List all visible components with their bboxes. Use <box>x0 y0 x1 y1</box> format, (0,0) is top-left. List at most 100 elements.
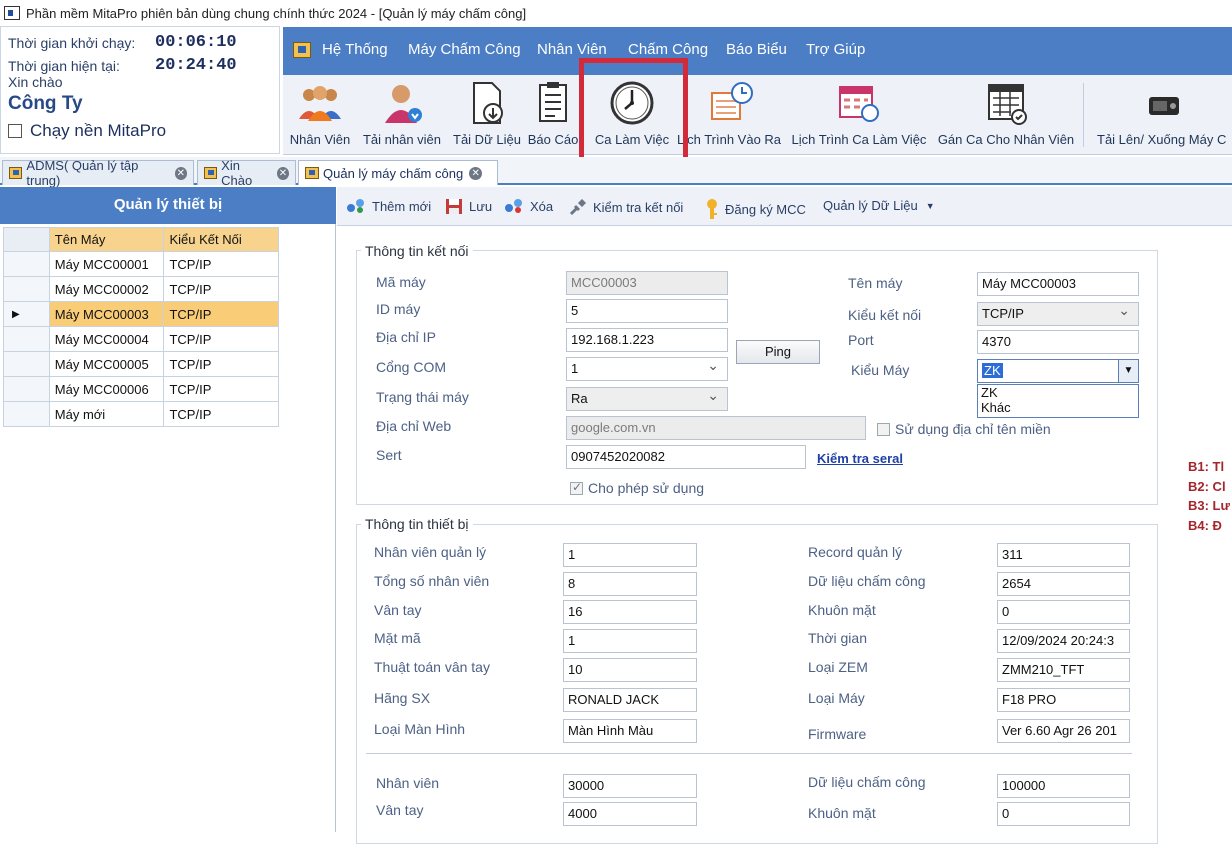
device-conn-cell[interactable]: TCP/IP <box>163 376 279 402</box>
option-zk[interactable]: ZK <box>978 385 1138 400</box>
use-domain-checkbox[interactable]: Sử dụng địa chỉ tên miền <box>877 421 1051 437</box>
menu-timekeeping[interactable]: Chấm Công <box>628 41 708 58</box>
tab-adms[interactable]: ADMS( Quản lý tập trung) ✕ <box>2 158 194 188</box>
row-selector[interactable] <box>3 376 50 402</box>
device-name-cell[interactable]: Máy MCC00001 <box>48 251 165 277</box>
row-selector[interactable] <box>3 351 50 377</box>
screen-type-field[interactable]: Màn Hình Màu <box>563 719 697 743</box>
tool-device-transfer[interactable]: Tải Lên/ Xuống Máy C <box>1095 75 1232 155</box>
password-count-field[interactable]: 1 <box>563 629 697 653</box>
tool-report[interactable]: Báo Cáo <box>523 75 583 155</box>
attendance-data-field[interactable]: 2654 <box>997 572 1130 596</box>
tool-assign-shift[interactable]: Gán Ca Cho Nhân Viên <box>933 75 1079 155</box>
manufacturer-field[interactable]: RONALD JACK <box>563 688 697 712</box>
menu-attendance-machine[interactable]: Máy Chấm Công <box>408 41 521 58</box>
save-button[interactable]: Lưu <box>445 198 492 215</box>
tool-shift-schedule[interactable]: Lịch Trình Ca Làm Việc <box>789 75 929 155</box>
column-header-connection[interactable]: Kiểu Kết Nối <box>163 227 279 252</box>
menu-app-icon[interactable] <box>293 42 311 58</box>
device-time-field[interactable]: 12/09/2024 20:24:3 <box>997 629 1130 653</box>
tab-device-management[interactable]: Quản lý máy chấm công ✕ <box>298 160 498 185</box>
tool-download-data[interactable]: Tải Dữ Liệu <box>449 75 525 155</box>
connection-type-select[interactable]: TCP/IP <box>977 302 1139 326</box>
capacity-face-field[interactable]: 0 <box>997 802 1130 826</box>
zem-type-field[interactable]: ZMM210_TFT <box>997 658 1130 682</box>
device-conn-cell[interactable]: TCP/IP <box>163 401 279 427</box>
ping-button[interactable]: Ping <box>736 340 820 364</box>
background-run-checkbox[interactable]: Chạy nền MitaPro <box>8 121 166 141</box>
table-row[interactable]: Máy mới TCP/IP <box>3 401 279 427</box>
chevron-down-icon[interactable]: ▼ <box>1118 360 1138 382</box>
add-new-button[interactable]: Thêm mới <box>346 198 431 214</box>
machine-type-select[interactable]: ZK ▼ <box>977 359 1139 383</box>
register-mcc-button[interactable]: Đăng ký MCC <box>705 198 806 220</box>
machine-model-field[interactable]: F18 PRO <box>997 688 1130 712</box>
device-name-cell[interactable]: Máy MCC00004 <box>48 326 165 352</box>
row-selector[interactable] <box>3 401 50 427</box>
row-selector[interactable] <box>3 276 50 302</box>
total-employees-field[interactable]: 8 <box>563 572 697 596</box>
row-selector[interactable] <box>3 326 50 352</box>
table-row[interactable]: Máy MCC00005 TCP/IP <box>3 351 279 377</box>
firmware-field[interactable]: Ver 6.60 Agr 26 201 <box>997 719 1130 743</box>
close-icon[interactable]: ✕ <box>469 166 483 180</box>
table-row-selected[interactable]: ▶ Máy MCC00003 TCP/IP <box>3 301 279 327</box>
device-name-cell[interactable]: Máy MCC00005 <box>48 351 165 377</box>
capacity-attendance-field[interactable]: 100000 <box>997 774 1130 798</box>
delete-button[interactable]: Xóa <box>504 198 553 214</box>
device-name-cell[interactable]: Máy MCC00002 <box>48 276 165 302</box>
machine-id-field[interactable]: 5 <box>566 299 728 323</box>
row-pointer-icon[interactable]: ▶ <box>3 301 50 327</box>
device-name-cell[interactable]: Máy MCC00003 <box>48 301 165 327</box>
close-icon[interactable]: ✕ <box>276 166 289 180</box>
machine-status-select[interactable]: Ra <box>566 387 728 411</box>
tab-welcome[interactable]: Xin Chào ✕ <box>197 158 296 188</box>
tool-employees[interactable]: Nhân Viên <box>285 75 355 155</box>
machine-name-field[interactable]: Máy MCC00003 <box>977 272 1139 296</box>
checkbox-box[interactable] <box>8 124 22 138</box>
device-conn-cell[interactable]: TCP/IP <box>163 301 279 327</box>
column-header-name[interactable]: Tên Máy <box>48 227 165 252</box>
table-row[interactable]: Máy MCC00001 TCP/IP <box>3 251 279 277</box>
table-row[interactable]: Máy MCC00002 TCP/IP <box>3 276 279 302</box>
test-connection-button[interactable]: Kiểm tra kết nối <box>569 198 683 216</box>
option-other[interactable]: Khác <box>978 400 1138 415</box>
capacity-fingerprint-field[interactable]: 4000 <box>563 802 697 826</box>
tool-download-employee[interactable]: Tải nhân viên <box>359 75 445 155</box>
table-row[interactable]: Máy MCC00004 TCP/IP <box>3 326 279 352</box>
allow-use-checkbox[interactable]: Cho phép sử dụng <box>570 480 704 496</box>
fingerprint-field[interactable]: 16 <box>563 600 697 624</box>
port-field[interactable]: 4370 <box>977 330 1139 354</box>
tool-inout-schedule[interactable]: Lịch Trình Vào Ra <box>677 75 787 155</box>
capacity-attendance-label: Dữ liệu chấm công <box>808 774 926 790</box>
row-selector[interactable] <box>3 251 50 277</box>
menu-employee[interactable]: Nhân Viên <box>537 41 607 58</box>
face-count-field[interactable]: 0 <box>997 600 1130 624</box>
com-port-select[interactable]: 1 <box>566 357 728 381</box>
table-row[interactable]: Máy MCC00006 TCP/IP <box>3 376 279 402</box>
checkbox-box[interactable] <box>877 422 890 436</box>
checkbox-box-checked[interactable] <box>570 480 583 495</box>
admin-employees-field[interactable]: 1 <box>563 543 697 567</box>
device-name-cell[interactable]: Máy MCC00006 <box>48 376 165 402</box>
device-conn-cell[interactable]: TCP/IP <box>163 276 279 302</box>
device-name-cell[interactable]: Máy mới <box>48 401 165 427</box>
capacity-employees-field[interactable]: 30000 <box>563 774 697 798</box>
device-conn-cell[interactable]: TCP/IP <box>163 351 279 377</box>
machine-type-options[interactable]: ZK Khác <box>977 384 1139 418</box>
device-conn-cell[interactable]: TCP/IP <box>163 251 279 277</box>
web-address-field[interactable]: google.com.vn <box>566 416 866 440</box>
menu-system[interactable]: Hệ Thống <box>322 41 388 58</box>
close-icon[interactable]: ✕ <box>174 166 187 180</box>
serial-field[interactable]: 0907452020082 <box>566 445 806 469</box>
fingerprint-algorithm-field[interactable]: 10 <box>563 658 697 682</box>
device-conn-cell[interactable]: TCP/IP <box>163 326 279 352</box>
menu-help[interactable]: Trợ Giúp <box>806 41 865 58</box>
admin-record-field[interactable]: 311 <box>997 543 1130 567</box>
data-management-dropdown[interactable]: Quản lý Dữ Liệu ▼ <box>823 198 935 213</box>
ip-address-field[interactable]: 192.168.1.223 <box>566 328 728 352</box>
tool-download-data-label: Tải Dữ Liệu <box>453 132 521 147</box>
machine-code-field[interactable]: MCC00003 <box>566 271 728 295</box>
menu-reports[interactable]: Báo Biểu <box>726 41 787 58</box>
check-serial-link[interactable]: Kiểm tra seral <box>817 451 903 466</box>
